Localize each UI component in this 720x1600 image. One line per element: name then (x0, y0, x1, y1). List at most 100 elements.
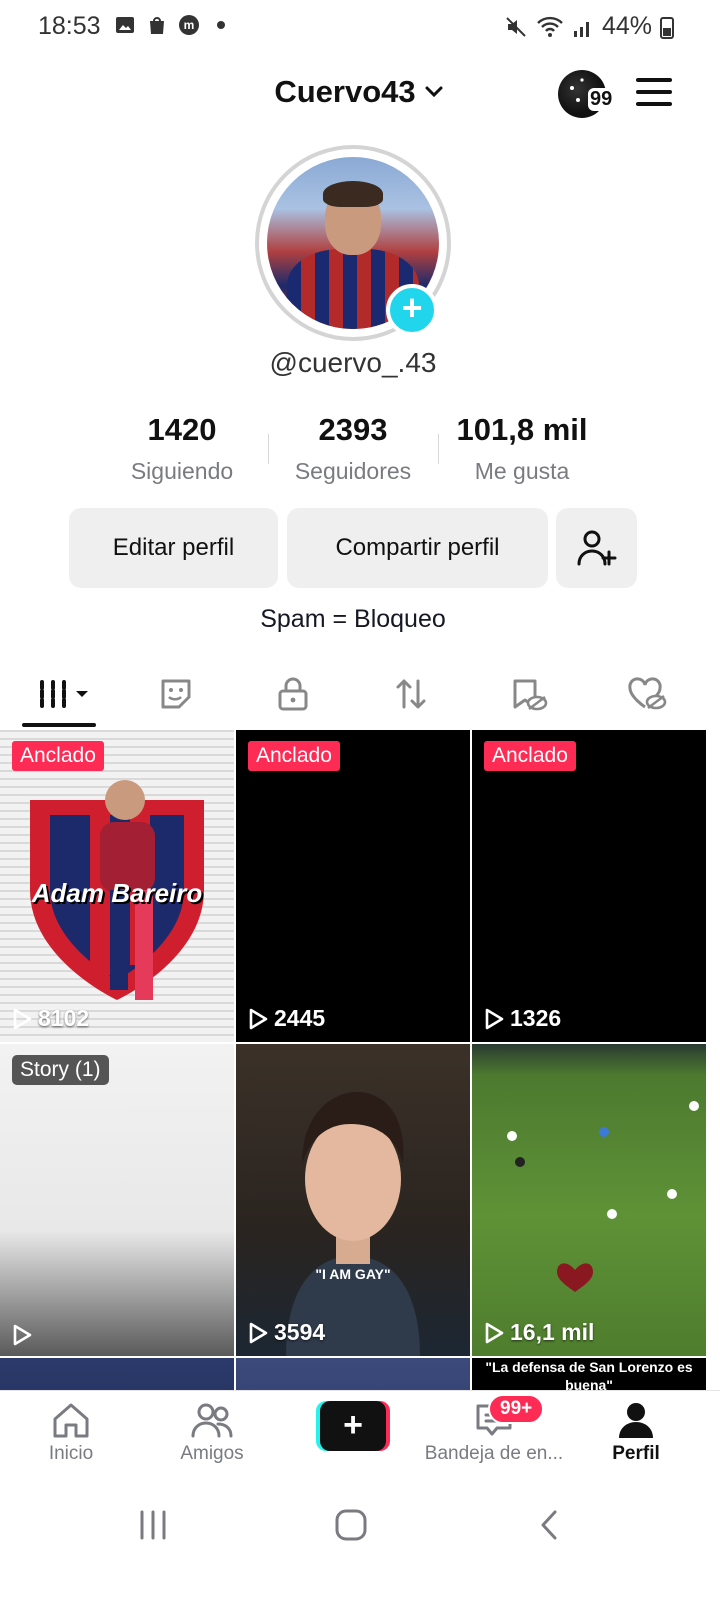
pinned-badge: Anclado (248, 741, 340, 771)
repost-icon (396, 679, 426, 709)
profile-stats: 1420 Siguiendo 2393 Seguidores 101,8 mil… (0, 412, 706, 492)
signal-icon (573, 21, 589, 37)
play-icon (13, 1324, 32, 1346)
add-friend-button[interactable] (556, 508, 637, 588)
football-field-image (507, 1101, 699, 1292)
tab-videos[interactable] (36, 672, 96, 716)
nav-home[interactable]: Inicio (1, 1397, 141, 1465)
battery-text: 44% (601, 12, 652, 40)
play-icon (249, 1322, 268, 1343)
following-stat[interactable]: 1420 Siguiendo (92, 412, 272, 485)
username-title: Cuervo43 (274, 74, 416, 109)
active-tab-indicator (22, 723, 96, 727)
heart-hidden-icon (628, 677, 667, 710)
play-icon (485, 1322, 504, 1343)
menu-button[interactable] (636, 78, 672, 108)
view-count: 2445 (248, 1005, 325, 1032)
home-system-icon[interactable] (335, 1509, 367, 1541)
video-thumbnail[interactable]: Anclado 1326 (472, 730, 706, 1042)
likes-stat[interactable]: 101,8 mil Me gusta (432, 412, 612, 485)
mute-icon (506, 16, 526, 37)
svg-text:m: m (184, 18, 195, 32)
video-overlay-text: Adam Bareiro (31, 878, 203, 908)
nav-home-label: Inicio (48, 1443, 94, 1464)
nav-friends[interactable]: Amigos (142, 1397, 282, 1465)
tab-reposts[interactable] (389, 672, 433, 716)
likes-count: 101,8 mil (456, 412, 588, 447)
status-right: 44% (504, 12, 674, 41)
video-thumbnail[interactable]: "La defensa de San Lorenzo es buena" (472, 1358, 706, 1390)
view-count: 1326 (484, 1005, 561, 1032)
back-icon[interactable] (541, 1510, 557, 1540)
inbox-badge: 99+ (488, 1394, 545, 1424)
hamburger-icon (636, 78, 672, 82)
tab-private[interactable] (271, 672, 315, 716)
dot-icon (217, 21, 225, 29)
video-thumbnail[interactable]: Anclado 2445 (236, 730, 470, 1042)
story-thumbnail[interactable]: Story (1) (0, 1044, 234, 1356)
view-count: 8102 (12, 1005, 89, 1032)
story-count: 99 (588, 88, 615, 111)
view-count: 3594 (248, 1319, 325, 1346)
app-m-icon: m (179, 15, 199, 35)
play-icon (485, 1008, 504, 1029)
edit-profile-button[interactable]: Editar perfil (69, 508, 278, 588)
followers-label: Seguidores (294, 458, 412, 484)
profile-icon (619, 1403, 653, 1438)
plus-icon: + (320, 1401, 386, 1451)
play-icon (249, 1008, 268, 1029)
nav-inbox-label: Bandeja de en... (424, 1443, 564, 1464)
profile-handle: @cuervo_.43 (269, 347, 437, 378)
grid-videos-icon (40, 680, 88, 708)
followers-count: 2393 (318, 412, 388, 447)
add-story-button[interactable]: + (386, 284, 438, 336)
nav-profile-label: Perfil (612, 1443, 660, 1464)
bottom-nav: Inicio Amigos + Bandeja de en... 99+ Per… (0, 1390, 720, 1486)
status-notification-icons: m (114, 14, 232, 36)
sticker-icon (161, 679, 191, 709)
nav-profile[interactable]: Perfil (566, 1397, 706, 1465)
bookmark-hidden-icon (513, 679, 548, 711)
pinned-badge: Anclado (484, 741, 576, 771)
following-label: Siguiendo (130, 458, 234, 484)
tab-liked[interactable] (625, 672, 669, 716)
followers-stat[interactable]: 2393 Seguidores (263, 412, 443, 485)
nav-friends-label: Amigos (180, 1443, 244, 1464)
video-thumbnail[interactable] (0, 1358, 234, 1390)
chevron-down-icon (425, 86, 443, 98)
video-grid: Adam Bareiro Anclado 8102 Anclado 2445 A… (0, 730, 706, 1390)
person-image (286, 1092, 420, 1356)
create-button[interactable]: + (316, 1401, 390, 1451)
following-count: 1420 (147, 412, 217, 447)
pinned-badge: Anclado (12, 741, 104, 771)
play-icon (13, 1008, 32, 1029)
video-overlay-text: "I AM GAY" (315, 1266, 391, 1282)
gallery-icon (116, 17, 134, 33)
system-nav-icons (140, 1509, 557, 1541)
story-badge: Story (1) (12, 1055, 109, 1085)
tab-saved[interactable] (507, 672, 551, 716)
tab-favorites[interactable] (154, 672, 198, 716)
battery-icon (660, 16, 674, 39)
recent-apps-icon[interactable] (140, 1510, 166, 1540)
profile-tabs (0, 660, 720, 728)
profile-header: Cuervo43 99 (0, 60, 720, 130)
video-thumbnail[interactable] (236, 1358, 470, 1390)
add-user-icon (577, 530, 616, 566)
video-thumbnail[interactable]: Adam Bareiro Anclado 8102 (0, 730, 234, 1042)
wifi-icon (537, 16, 563, 37)
profile-bio: Spam = Bloqueo (260, 605, 446, 633)
video-thumbnail[interactable]: 16,1 mil (472, 1044, 706, 1356)
video-overlay-text: "La defensa de San Lorenzo es buena" (485, 1359, 693, 1390)
status-time: 18:53 (38, 12, 101, 40)
share-profile-button[interactable]: Compartir perfil (287, 508, 548, 588)
view-count: 16,1 mil (484, 1319, 594, 1346)
video-thumbnail[interactable]: "I AM GAY" 3594 (236, 1044, 470, 1356)
lock-icon (278, 677, 308, 711)
shopping-bag-icon (150, 17, 164, 34)
view-count (12, 1324, 32, 1346)
friends-icon (191, 1403, 233, 1438)
likes-label: Me gusta (474, 458, 570, 484)
status-bar: 18:53 m 44% (0, 0, 720, 52)
system-navigation (0, 1490, 720, 1600)
